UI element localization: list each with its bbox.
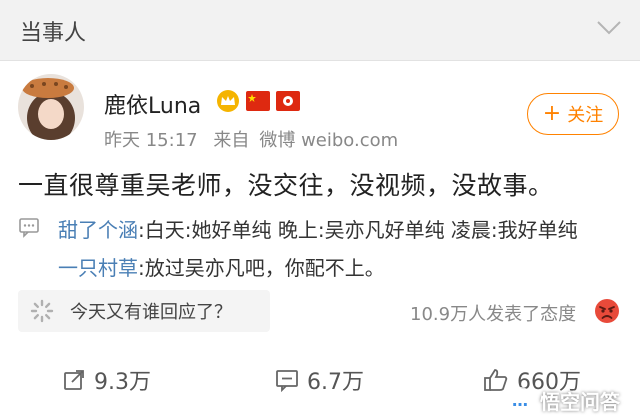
post-source-prefix: 来自 xyxy=(213,130,250,151)
attitude-count: 10.9万人发表了态度 xyxy=(410,304,577,325)
post-text: 一直很尊重吴老师，没交往，没视频，没故事。 xyxy=(18,171,554,200)
repost-count: 9.3万 xyxy=(94,370,151,395)
loading-spinner-icon xyxy=(30,299,54,323)
repost-icon xyxy=(64,370,84,390)
chat-bubble-icon: … xyxy=(506,386,534,415)
hong-kong-flag-icon xyxy=(276,91,300,111)
page-title: 当事人 xyxy=(20,21,87,46)
crown-icon xyxy=(217,90,239,112)
comment-text: :白天:她好单纯 晚上:吴亦凡好单纯 凌晨:我好单纯 xyxy=(138,218,578,242)
watermark-text: 悟空问答 xyxy=(540,390,620,414)
comment-icon xyxy=(276,370,298,392)
avatar[interactable] xyxy=(18,74,84,140)
comment-item: 一只村草:放过吴亦凡吧，你配不上。 xyxy=(58,252,385,281)
plus-icon: + xyxy=(542,101,562,126)
comment-text: :放过吴亦凡吧，你配不上。 xyxy=(138,256,385,280)
china-flag-icon xyxy=(246,91,270,111)
comment-user[interactable]: 一只村草 xyxy=(58,256,138,280)
comment-bubble-icon xyxy=(19,218,39,238)
follow-label: 关注 xyxy=(567,105,604,126)
post-source[interactable]: 微博 weibo.com xyxy=(259,130,398,151)
angry-face-icon[interactable] xyxy=(594,298,620,324)
repost-button[interactable]: 9.3万 xyxy=(62,364,151,396)
comment-user[interactable]: 甜了个涵 xyxy=(58,218,138,242)
top-bar: 当事人 xyxy=(0,0,640,61)
post-time: 昨天 15:17 xyxy=(104,130,198,151)
comment-button[interactable]: 6.7万 xyxy=(275,364,364,396)
prompt-text: 今天又有谁回应了？ xyxy=(70,302,232,323)
chevron-down-icon[interactable] xyxy=(596,20,622,36)
discussion-prompt[interactable]: 今天又有谁回应了？ xyxy=(18,290,270,332)
post-meta: 昨天 15:17 来自 微博 weibo.com xyxy=(104,126,408,152)
follow-button[interactable]: + 关注 xyxy=(527,93,619,135)
comment-item: 甜了个涵:白天:她好单纯 晚上:吴亦凡好单纯 凌晨:我好单纯 xyxy=(58,214,578,243)
author-name[interactable]: 鹿依Luna xyxy=(104,88,201,120)
author-badges xyxy=(216,90,300,112)
comment-count: 6.7万 xyxy=(307,370,364,395)
watermark: … 悟空问答 xyxy=(506,386,620,415)
